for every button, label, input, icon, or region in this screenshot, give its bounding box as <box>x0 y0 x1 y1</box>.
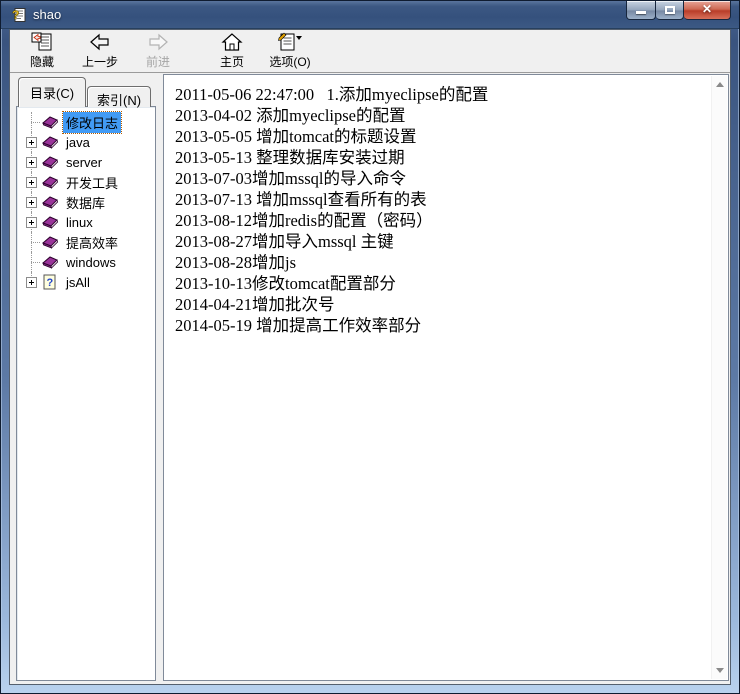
expand-plus-icon[interactable] <box>26 197 37 208</box>
changelog-line: 2013-10-13修改tomcat配置部分 <box>175 273 706 294</box>
tree-connector <box>23 192 41 212</box>
forward-button: 前进 <box>136 31 180 71</box>
pane-splitter[interactable] <box>156 73 163 684</box>
hide-button[interactable]: 隐藏 <box>20 31 64 71</box>
tree-item-linux[interactable]: linux <box>17 212 155 232</box>
book-icon <box>41 234 59 250</box>
tree-connector <box>23 232 41 252</box>
book-icon <box>41 114 59 130</box>
changelog-line: 2013-04-02 添加myeclipse的配置 <box>175 105 706 126</box>
tree-item-label: 数据库 <box>63 192 108 213</box>
minimize-button[interactable] <box>626 1 656 20</box>
home-button-label: 主页 <box>220 53 244 70</box>
options-button[interactable]: 选项(O) <box>268 31 312 71</box>
tree-item-server[interactable]: server <box>17 152 155 172</box>
maximize-button[interactable] <box>656 1 684 20</box>
tab-contents[interactable]: 目录(C) <box>18 77 86 107</box>
changelog-line: 2013-08-28增加js <box>175 252 706 273</box>
changelog-line: 2013-07-03增加mssql的导入命令 <box>175 168 706 189</box>
hide-panel-icon <box>31 32 53 52</box>
close-icon: ✕ <box>684 1 730 18</box>
tree-item-jsall[interactable]: ? jsAll <box>17 272 155 292</box>
back-arrow-icon <box>88 32 112 52</box>
tree-item-label: 修改日志 <box>63 112 121 133</box>
vertical-scrollbar[interactable] <box>711 76 727 679</box>
close-button[interactable]: ✕ <box>684 1 731 20</box>
help-viewer-window: ? shao ✕ 隐藏 <box>0 0 740 694</box>
expand-plus-icon[interactable] <box>26 177 37 188</box>
scroll-up-icon[interactable] <box>716 82 724 87</box>
tree-item-label: 提高效率 <box>63 232 121 253</box>
tree-item-label: windows <box>63 254 119 271</box>
window-title: shao <box>33 7 61 22</box>
toolbar: 隐藏 上一步 前进 主页 <box>10 30 730 73</box>
svg-text:?: ? <box>47 277 54 289</box>
changelog-line: 2011-05-06 22:47:00 1.添加myeclipse的配置 <box>175 84 706 105</box>
tree-item-efficiency[interactable]: 提高效率 <box>17 232 155 252</box>
book-icon <box>41 214 59 230</box>
expand-plus-icon[interactable] <box>26 137 37 148</box>
help-page-icon: ? <box>41 274 59 290</box>
forward-button-label: 前进 <box>146 53 170 70</box>
home-button[interactable]: 主页 <box>210 31 254 71</box>
book-icon <box>41 194 59 210</box>
book-icon <box>41 254 59 270</box>
expand-plus-icon[interactable] <box>26 217 37 228</box>
tree-item-label: linux <box>63 214 96 231</box>
tree-item-label: java <box>63 134 93 151</box>
changelog-line: 2014-05-19 增加提高工作效率部分 <box>175 315 706 336</box>
back-button-label: 上一步 <box>82 53 118 70</box>
nav-tabs: 目录(C) 索引(N) <box>16 81 156 106</box>
tree-item-windows[interactable]: windows <box>17 252 155 272</box>
minimize-icon <box>636 11 646 14</box>
options-icon <box>277 32 303 52</box>
maximize-icon <box>665 6 675 14</box>
tree-item-label: jsAll <box>63 274 93 291</box>
hide-button-label: 隐藏 <box>30 53 54 70</box>
chm-help-file-icon: ? <box>11 7 27 23</box>
content-pane: 2011-05-06 22:47:00 1.添加myeclipse的配置 201… <box>163 74 729 681</box>
changelog-line: 2013-08-27增加导入mssql 主键 <box>175 231 706 252</box>
tree-item-changelog[interactable]: 修改日志 <box>17 112 155 132</box>
client-area: 隐藏 上一步 前进 主页 <box>9 29 731 685</box>
tree-item-database[interactable]: 数据库 <box>17 192 155 212</box>
options-button-label: 选项(O) <box>269 53 310 70</box>
changelog-line: 2013-05-13 整理数据库安装过期 <box>175 147 706 168</box>
tree-item-devtools[interactable]: 开发工具 <box>17 172 155 192</box>
scroll-down-icon[interactable] <box>716 668 724 673</box>
svg-text:?: ? <box>12 8 19 22</box>
book-icon <box>41 134 59 150</box>
contents-tree: 修改日志 java <box>16 106 156 681</box>
tab-index[interactable]: 索引(N) <box>87 86 151 107</box>
topic-body: 2011-05-06 22:47:00 1.添加myeclipse的配置 201… <box>165 76 710 679</box>
changelog-line: 2013-08-12增加redis的配置（密码） <box>175 210 706 231</box>
tree-item-label: server <box>63 154 105 171</box>
book-icon <box>41 174 59 190</box>
tree-item-java[interactable]: java <box>17 132 155 152</box>
main-area: 目录(C) 索引(N) 修改日志 <box>10 73 730 684</box>
expand-plus-icon[interactable] <box>26 277 37 288</box>
changelog-line: 2014-04-21增加批次号 <box>175 294 706 315</box>
changelog-line: 2013-07-13 增加mssql查看所有的表 <box>175 189 706 210</box>
changelog-line: 2013-05-05 增加tomcat的标题设置 <box>175 126 706 147</box>
tree-connector <box>23 132 41 152</box>
tree-connector <box>23 172 41 192</box>
tree-connector <box>23 272 41 292</box>
tree-connector <box>23 152 41 172</box>
titlebar[interactable]: ? shao ✕ <box>1 1 739 29</box>
expand-plus-icon[interactable] <box>26 157 37 168</box>
tree-connector <box>23 212 41 232</box>
book-icon <box>41 154 59 170</box>
tree-item-label: 开发工具 <box>63 172 121 193</box>
tree-connector <box>23 252 41 272</box>
back-button[interactable]: 上一步 <box>78 31 122 71</box>
navigation-pane: 目录(C) 索引(N) 修改日志 <box>10 73 156 684</box>
tree-connector <box>23 112 41 132</box>
home-icon <box>221 32 243 52</box>
forward-arrow-icon <box>146 32 170 52</box>
